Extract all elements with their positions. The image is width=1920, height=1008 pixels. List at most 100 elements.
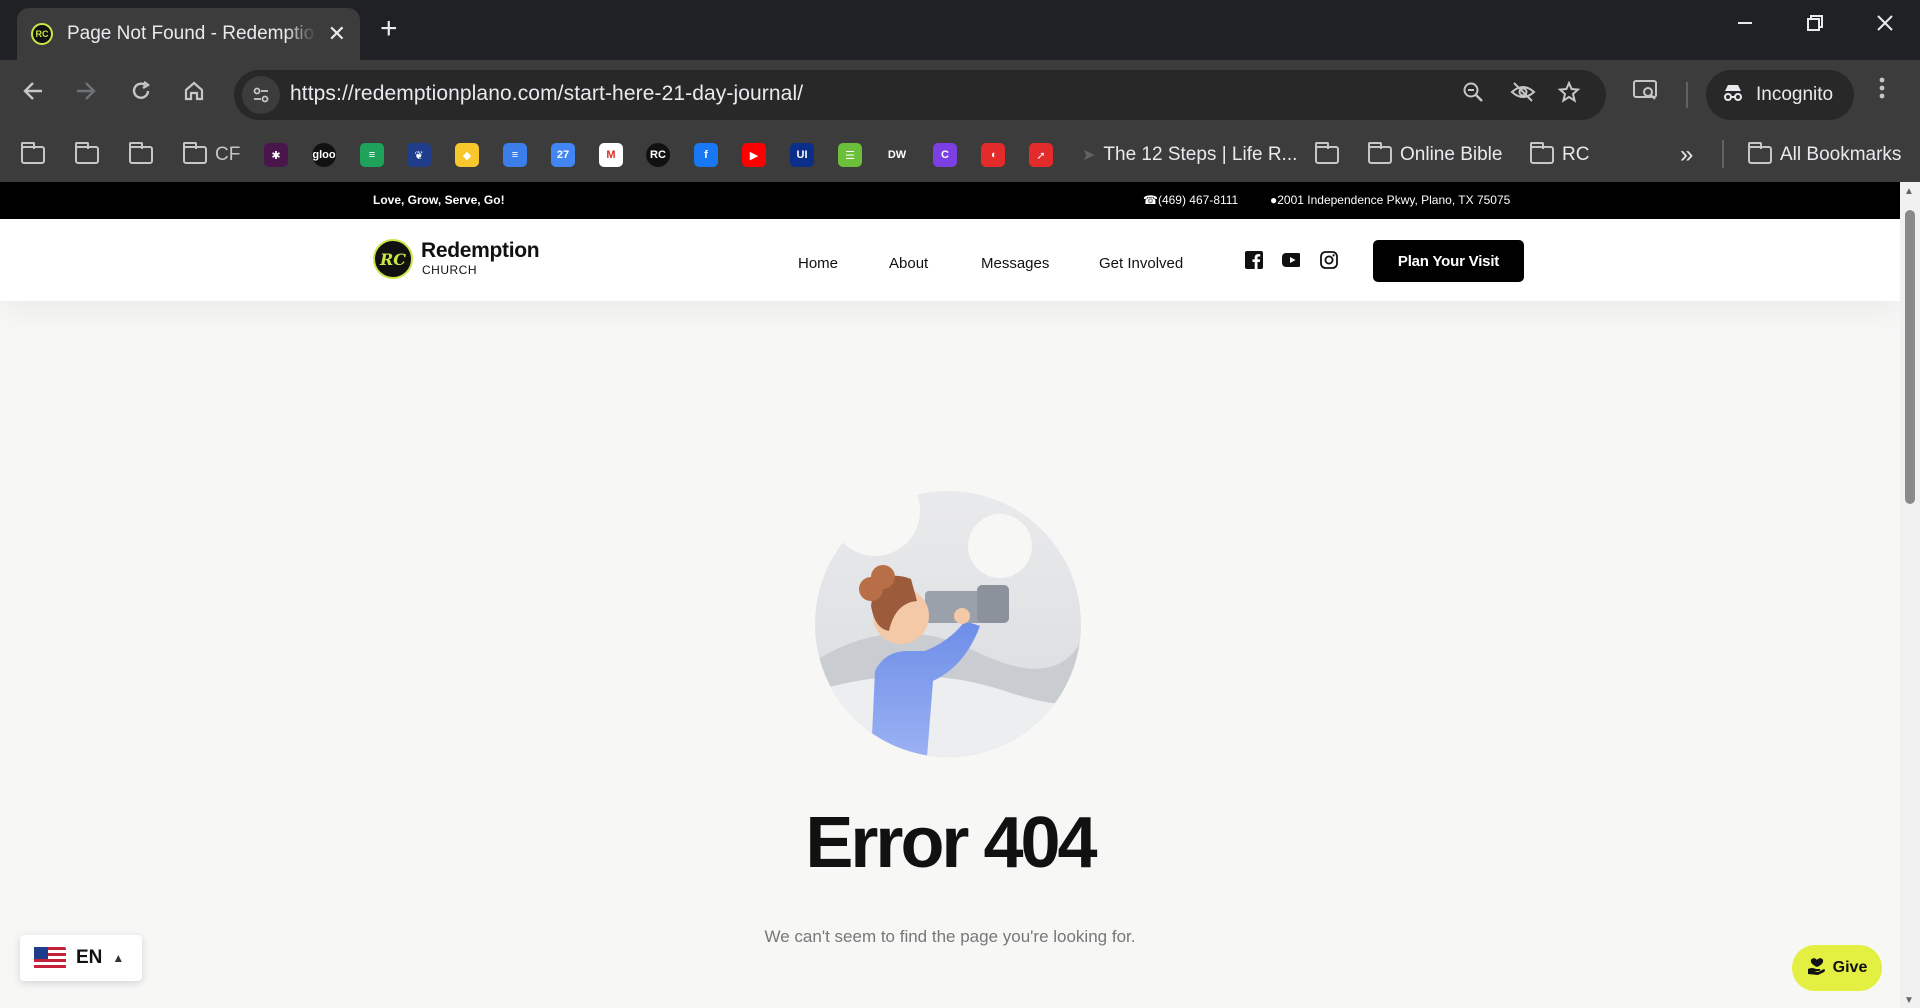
- bookmark-folder-online-bible[interactable]: Online Bible: [1368, 140, 1502, 170]
- headphones-icon: ◖: [981, 143, 1005, 167]
- chevron-up-icon: ▲: [112, 951, 125, 965]
- bookmark-label: The 12 Steps | Life R...: [1103, 144, 1298, 165]
- folder-icon: [183, 142, 207, 164]
- bookmark-calendar[interactable]: 27: [551, 140, 575, 170]
- nav-get-involved[interactable]: Get Involved: [1099, 255, 1183, 272]
- incognito-icon: [1722, 82, 1744, 108]
- arrow-icon: ➚: [1029, 143, 1053, 167]
- bookmark-keep[interactable]: ◆: [455, 140, 479, 170]
- bookmark-folder-3[interactable]: [129, 140, 153, 170]
- canva-icon: C: [933, 143, 957, 167]
- bookmark-sheets[interactable]: ☰: [838, 140, 862, 170]
- site-header: RC Redemption CHURCH Home About Messages…: [0, 219, 1900, 301]
- home-icon[interactable]: [183, 80, 205, 109]
- bookmark-rc-logo[interactable]: RC: [646, 140, 670, 170]
- bookmark-folder-2[interactable]: [75, 140, 99, 170]
- docs-icon: ≡: [503, 143, 527, 167]
- bookmark-facebook[interactable]: f: [694, 140, 718, 170]
- bookmark-folder-rc[interactable]: RC: [1530, 140, 1589, 170]
- address-text: 2001 Independence Pkwy, Plano, TX 75075: [1277, 193, 1511, 207]
- google-lens-icon[interactable]: [1632, 78, 1658, 109]
- error-title: Error 404: [805, 803, 1097, 883]
- bookmark-docs[interactable]: ≡: [503, 140, 527, 170]
- error-message: We can't seem to find the page you're lo…: [764, 927, 1136, 946]
- ui-icon: UI: [790, 143, 814, 167]
- logo-name[interactable]: Redemption: [421, 239, 540, 263]
- bookmark-dw[interactable]: DW: [885, 140, 909, 170]
- folder-icon: [75, 142, 99, 164]
- bookmark-twelve-steps[interactable]: ➤ The 12 Steps | Life R...: [1082, 140, 1297, 170]
- scroll-up-icon[interactable]: ▲: [1904, 186, 1914, 197]
- folder-icon: [1315, 142, 1339, 164]
- close-tab-icon[interactable]: ✕: [328, 21, 346, 47]
- error-illustration: [815, 491, 1081, 757]
- site-settings-icon[interactable]: [242, 76, 280, 114]
- folder-icon: [1748, 142, 1772, 164]
- dw-icon: DW: [885, 143, 909, 167]
- reload-icon[interactable]: [130, 80, 152, 109]
- zoom-icon[interactable]: [1462, 81, 1484, 109]
- give-button[interactable]: Give: [1792, 945, 1882, 991]
- logo-subtitle: CHURCH: [422, 263, 477, 277]
- incognito-label: Incognito: [1756, 84, 1834, 105]
- top-info-bar: Love, Grow, Serve, Go! ☎(469) 467-8111 ●…: [0, 182, 1900, 219]
- active-tab[interactable]: RC Page Not Found - Redemption Church ✕: [17, 8, 360, 60]
- url-text[interactable]: https://redemptionplano.com/start-here-2…: [290, 82, 803, 106]
- minimize-icon[interactable]: [1736, 12, 1754, 38]
- browser-menu-icon[interactable]: [1878, 76, 1886, 107]
- nav-home[interactable]: Home: [798, 255, 838, 272]
- bookmark-ui[interactable]: UI: [790, 140, 814, 170]
- nav-messages[interactable]: Messages: [981, 255, 1049, 272]
- slogan: Love, Grow, Serve, Go!: [373, 193, 505, 207]
- bookmark-folder-4[interactable]: [1315, 140, 1339, 170]
- plan-your-visit-button[interactable]: Plan Your Visit: [1373, 240, 1524, 282]
- new-tab-button[interactable]: +: [380, 12, 398, 46]
- bookmark-youtube[interactable]: ▶: [742, 140, 766, 170]
- youtube-icon[interactable]: [1282, 251, 1300, 269]
- church-logo-icon[interactable]: RC: [373, 239, 413, 279]
- bookmark-gmail[interactable]: M: [599, 140, 623, 170]
- bookmark-canva[interactable]: C: [933, 140, 957, 170]
- scroll-thumb[interactable]: [1905, 210, 1915, 504]
- bookmark-gloo[interactable]: gloo: [312, 140, 336, 170]
- facebook-icon[interactable]: [1245, 251, 1263, 269]
- folder-icon: [1368, 142, 1392, 164]
- folder-icon: [21, 142, 45, 164]
- incognito-indicator[interactable]: Incognito: [1706, 70, 1854, 120]
- bookmark-folder-1[interactable]: [21, 140, 45, 170]
- bookmarks-divider: [1722, 140, 1724, 168]
- address-bar[interactable]: https://redemptionplano.com/start-here-2…: [234, 70, 1606, 120]
- bookmark-slack[interactable]: ✱: [264, 140, 288, 170]
- phone-contact[interactable]: ☎(469) 467-8111: [1143, 193, 1238, 207]
- tab-strip: RC Page Not Found - Redemption Church ✕ …: [0, 0, 1920, 60]
- bookmark-folder-cf[interactable]: CF: [183, 140, 240, 170]
- bookmark-headphones[interactable]: ◖: [981, 140, 1005, 170]
- facebook-icon: f: [694, 143, 718, 167]
- twelve-steps-icon: ➤: [1082, 147, 1096, 164]
- bookmark-tree[interactable]: ❦: [407, 140, 431, 170]
- bookmark-label: CF: [215, 144, 241, 165]
- restore-icon[interactable]: [1806, 12, 1824, 38]
- back-icon[interactable]: [22, 80, 44, 109]
- keep-icon: ◆: [455, 143, 479, 167]
- scroll-down-icon[interactable]: ▼: [1904, 995, 1914, 1006]
- bookmark-planning-center[interactable]: ≡: [360, 140, 384, 170]
- bookmark-label: All Bookmarks: [1780, 144, 1902, 165]
- bookmark-arrow[interactable]: ➚: [1029, 140, 1053, 170]
- close-window-icon[interactable]: [1876, 12, 1894, 38]
- us-flag-icon: [34, 947, 66, 969]
- phone-number: (469) 467-8111: [1157, 193, 1239, 207]
- more-bookmarks-icon[interactable]: »: [1680, 140, 1693, 170]
- folder-icon: [129, 142, 153, 164]
- instagram-icon[interactable]: [1320, 251, 1338, 269]
- nav-about[interactable]: About: [889, 255, 928, 272]
- bookmark-star-icon[interactable]: [1557, 80, 1581, 109]
- tracking-protection-icon[interactable]: [1510, 81, 1536, 109]
- address-contact[interactable]: ●2001 Independence Pkwy, Plano, TX 75075: [1270, 193, 1510, 207]
- forward-icon[interactable]: [75, 80, 97, 109]
- all-bookmarks[interactable]: All Bookmarks: [1748, 140, 1901, 170]
- give-label: Give: [1832, 959, 1868, 976]
- language-switcher[interactable]: EN ▲: [20, 935, 142, 981]
- page-scrollbar[interactable]: ▲ ▼: [1900, 182, 1920, 1008]
- planning-center-icon: ≡: [360, 143, 384, 167]
